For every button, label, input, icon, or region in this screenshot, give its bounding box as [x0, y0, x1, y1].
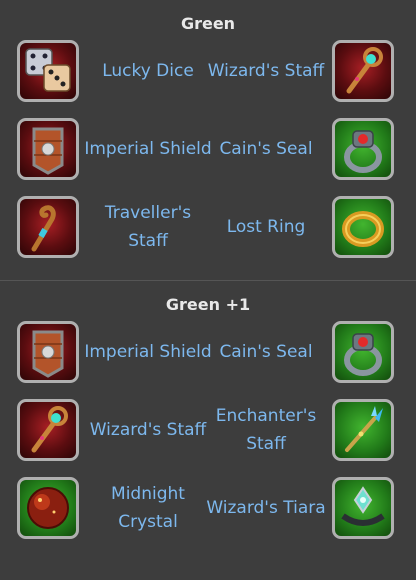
wizard-staff-icon[interactable] — [17, 399, 79, 461]
item-row: Lucky Dice Wizard's Staff — [0, 36, 416, 114]
gold-ring-icon[interactable] — [332, 196, 394, 258]
item-row: Imperial Shield Cain's Seal — [0, 114, 416, 192]
item-name: Imperial Shield — [84, 342, 212, 362]
item-list: Green Lucky Dice Wizard's Staff Imperial… — [0, 0, 416, 551]
item-name: Enchanter's Staff — [215, 406, 317, 454]
item-name: Cain's Seal — [219, 342, 313, 362]
enchanter-staff-icon[interactable] — [332, 399, 394, 461]
section-green: Green Lucky Dice Wizard's Staff Imperial… — [0, 0, 416, 270]
item-row: Wizard's Staff Enchanter's Staff — [0, 395, 416, 473]
item-name: Cain's Seal — [219, 139, 313, 159]
item-name: Wizard's Staff — [89, 420, 207, 440]
item-name: Wizard's Staff — [207, 61, 325, 81]
section-title: Green — [180, 14, 236, 33]
ring-icon[interactable] — [332, 118, 394, 180]
dice-icon[interactable] — [17, 40, 79, 102]
traveller-staff-icon[interactable] — [17, 196, 79, 258]
item-name: Midnight Crystal — [111, 484, 185, 532]
tiara-icon[interactable] — [332, 477, 394, 539]
section-green-plus-1: Green +1 Imperial Shield Cain's Seal Wiz… — [0, 281, 416, 551]
item-row: Midnight Crystal Wizard's Tiara — [0, 473, 416, 551]
item-name: Lucky Dice — [102, 61, 194, 81]
wizard-staff-icon[interactable] — [332, 40, 394, 102]
item-row: Imperial Shield Cain's Seal — [0, 317, 416, 395]
item-name: Traveller's Staff — [104, 203, 192, 251]
item-name: Wizard's Tiara — [206, 498, 326, 518]
item-row: Traveller's Staff Lost Ring — [0, 192, 416, 270]
ring-icon[interactable] — [332, 321, 394, 383]
shield-icon[interactable] — [17, 118, 79, 180]
shield-icon[interactable] — [17, 321, 79, 383]
item-name: Lost Ring — [226, 217, 306, 237]
crystal-orb-icon[interactable] — [17, 477, 79, 539]
section-title: Green +1 — [165, 295, 251, 314]
item-name: Imperial Shield — [84, 139, 212, 159]
